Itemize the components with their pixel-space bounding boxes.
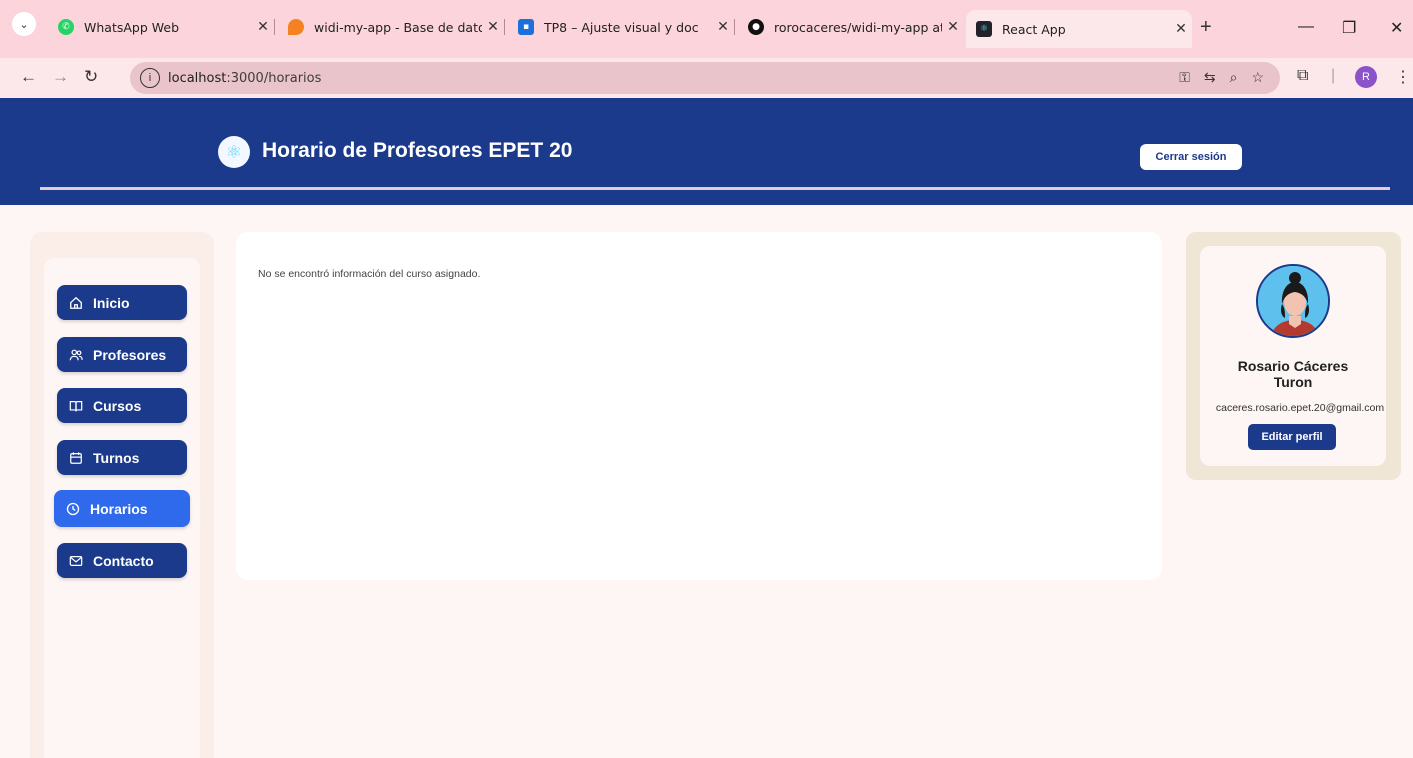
sidebar-item-contacto[interactable]: Contacto xyxy=(57,543,187,578)
sidebar-item-label: Contacto xyxy=(93,552,154,569)
close-icon[interactable]: ✕ xyxy=(712,19,734,35)
address-bar[interactable]: i localhost:3000/horarios ⚿ ⇆ ⌕ ☆ xyxy=(130,62,1280,94)
reload-icon[interactable]: ↻ xyxy=(84,67,98,87)
clock-icon xyxy=(66,502,80,516)
avatar xyxy=(1256,264,1330,338)
app-header: ⚛ Horario de Profesores EPET 20 Cerrar s… xyxy=(0,98,1413,205)
calendar-icon xyxy=(69,451,83,465)
sidebar-item-inicio[interactable]: Inicio xyxy=(57,285,187,320)
new-tab-button[interactable]: + xyxy=(1200,16,1212,39)
tab-react-app[interactable]: ⚛ React App ✕ xyxy=(966,10,1192,48)
tab-firebase[interactable]: widi-my-app - Base de datos ✕ xyxy=(278,10,505,44)
sidebar-item-label: Profesores xyxy=(93,346,167,363)
sidebar-item-cursos[interactable]: Cursos xyxy=(57,388,187,423)
close-icon[interactable]: ✕ xyxy=(252,19,274,35)
sidebar-item-label: Horarios xyxy=(90,500,148,517)
profile-name: Rosario Cáceres Turon xyxy=(1237,358,1349,390)
extensions-icon[interactable]: ⧉ xyxy=(1297,67,1308,85)
schedule-content-card: No se encontró información del curso asi… xyxy=(236,232,1162,580)
react-icon: ⚛ xyxy=(976,21,992,37)
close-window-icon[interactable]: ✕ xyxy=(1390,18,1403,38)
browser-profile-avatar[interactable]: R xyxy=(1355,66,1377,88)
back-icon[interactable]: ← xyxy=(20,67,37,87)
tab-classroom[interactable]: ▪ TP8 – Ajuste visual y doc ✕ xyxy=(508,10,735,44)
browser-tabstrip: ⌄ ✆ WhatsApp Web ✕ widi-my-app - Base de… xyxy=(0,0,1413,58)
header-inner: ⚛ Horario de Profesores EPET 20 Cerrar s… xyxy=(40,98,1390,190)
users-icon xyxy=(69,348,83,362)
translate-icon[interactable]: ⇆ xyxy=(1204,69,1216,86)
sidebar-item-turnos[interactable]: Turnos xyxy=(57,440,187,475)
close-icon[interactable]: ✕ xyxy=(482,19,504,35)
browser-toolbar: ← → ↻ i localhost:3000/horarios ⚿ ⇆ ⌕ ☆ … xyxy=(0,58,1413,98)
github-icon: ● xyxy=(748,19,764,35)
close-icon[interactable]: ✕ xyxy=(1170,21,1192,37)
minimize-icon[interactable]: — xyxy=(1298,18,1314,36)
profile-email: caceres.rosario.epet.20@gmail.com xyxy=(1215,402,1385,414)
sidebar-item-label: Inicio xyxy=(93,294,130,311)
zoom-icon[interactable]: ⌕ xyxy=(1230,69,1238,86)
password-key-icon[interactable]: ⚿ xyxy=(1179,69,1190,86)
edit-profile-button[interactable]: Editar perfil xyxy=(1248,424,1336,450)
url-text[interactable]: localhost:3000/horarios xyxy=(168,71,321,86)
forward-icon[interactable]: → xyxy=(52,67,69,87)
sidebar-item-horarios[interactable]: Horarios xyxy=(54,490,190,527)
chevron-down-icon: ⌄ xyxy=(19,18,29,31)
react-logo-icon: ⚛ xyxy=(218,136,250,168)
restore-icon[interactable]: ❐ xyxy=(1342,18,1356,38)
tab-search-button[interactable]: ⌄ xyxy=(12,12,36,36)
firebase-icon xyxy=(288,19,304,35)
sidebar-item-label: Turnos xyxy=(93,449,140,466)
tab-whatsapp[interactable]: ✆ WhatsApp Web ✕ xyxy=(48,10,275,44)
bookmark-star-icon[interactable]: ☆ xyxy=(1251,69,1264,86)
profile-card: Rosario Cáceres Turon caceres.rosario.ep… xyxy=(1200,246,1386,466)
home-icon xyxy=(69,296,83,310)
toolbar-divider: | xyxy=(1331,67,1336,84)
classroom-icon: ▪ xyxy=(518,19,534,35)
site-info-icon[interactable]: i xyxy=(140,68,160,88)
logout-button[interactable]: Cerrar sesión xyxy=(1140,144,1242,170)
browser-menu-icon[interactable]: ⋮ xyxy=(1395,67,1411,87)
sidebar-item-profesores[interactable]: Profesores xyxy=(57,337,187,372)
page-title: Horario de Profesores EPET 20 xyxy=(262,139,573,162)
profile-panel: Rosario Cáceres Turon caceres.rosario.ep… xyxy=(1186,232,1401,480)
empty-state-message: No se encontró información del curso asi… xyxy=(258,268,481,280)
sidebar-item-label: Cursos xyxy=(93,397,142,414)
close-icon[interactable]: ✕ xyxy=(942,19,964,35)
book-icon xyxy=(69,399,83,413)
mail-icon xyxy=(69,554,83,568)
whatsapp-icon: ✆ xyxy=(58,19,74,35)
tab-github[interactable]: ● rorocaceres/widi-my-app at ✕ xyxy=(738,10,964,44)
